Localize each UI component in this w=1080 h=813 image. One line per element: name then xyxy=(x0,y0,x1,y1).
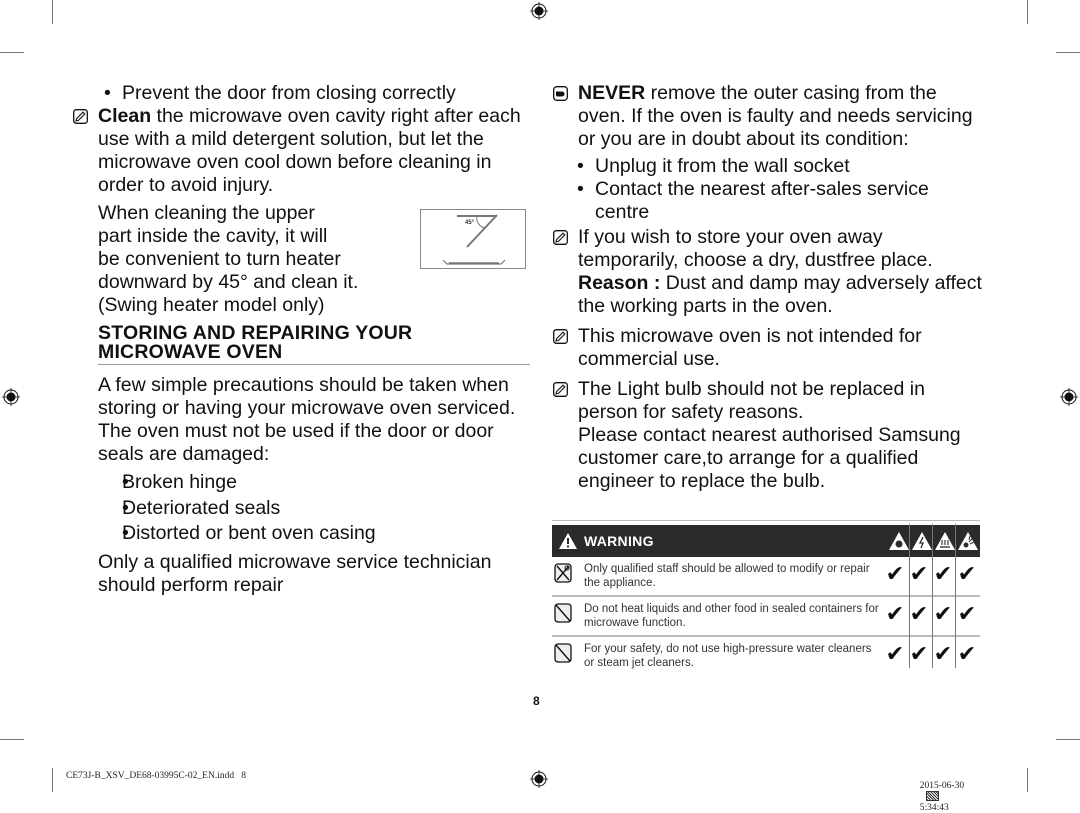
bullet-item: Unplug it from the wall socket xyxy=(553,155,985,178)
bullet-item: Contact the nearest after-sales service … xyxy=(553,178,985,224)
crop-mark xyxy=(52,0,53,24)
warning-row-text: Only qualified staff should be allowed t… xyxy=(584,563,870,589)
upper-cleaning-block: When cleaning the upper part inside the … xyxy=(98,202,530,317)
check-icon: ✔ xyxy=(909,561,929,586)
left-column: Prevent the door from closing correctly … xyxy=(73,82,530,597)
note-icon xyxy=(553,230,568,245)
crop-mark xyxy=(1056,739,1080,740)
bulb-contact-text: Please contact nearest authorised Samsun… xyxy=(578,424,961,492)
swing-heater-figure: 45° xyxy=(420,209,526,269)
warning-row: Only qualified staff should be allowed t… xyxy=(552,557,980,597)
table-divider xyxy=(909,524,910,668)
note-icon xyxy=(73,109,88,124)
note-bulb: The Light bulb should not be replaced in… xyxy=(553,378,985,493)
qualified-paragraph: Only a qualified microwave service techn… xyxy=(98,550,492,596)
never-list: Unplug it from the wall socket Contact t… xyxy=(553,155,985,224)
angle-label: 45° xyxy=(465,220,475,226)
table-divider xyxy=(955,524,956,668)
check-icon: ✔ xyxy=(885,641,905,666)
note-icon xyxy=(553,329,568,344)
check-icon: ✔ xyxy=(957,601,977,626)
footer-date: 2015-06-30 xyxy=(919,781,965,791)
bulb-text: The Light bulb should not be replaced in… xyxy=(578,378,925,423)
footer-time: 5:34:43 xyxy=(919,803,949,813)
intro-paragraph: A few simple precautions should be taken… xyxy=(98,374,516,419)
check-icon: ✔ xyxy=(933,561,953,586)
clean-text: the microwave oven cavity right after ea… xyxy=(98,105,521,196)
door-paragraph: The oven must not be used if the door or… xyxy=(98,420,494,465)
crop-mark xyxy=(1056,52,1080,53)
prohibited-icon xyxy=(554,603,572,623)
warning-table: WARNING Only qualified staff should be a… xyxy=(552,520,980,675)
warning-header: WARNING xyxy=(552,525,980,557)
store-text: If you wish to store your oven away temp… xyxy=(578,226,933,271)
page-number: 8 xyxy=(533,694,540,708)
note-clean: Clean the microwave oven cavity right af… xyxy=(73,105,530,197)
registration-mark-icon xyxy=(530,2,548,20)
bullet-item: Prevent the door from closing correctly xyxy=(80,82,530,105)
registration-mark-icon xyxy=(530,770,548,788)
prohibited-icon xyxy=(554,643,572,663)
note-commercial: This microwave oven is not intended for … xyxy=(553,325,985,371)
crop-mark xyxy=(1027,768,1028,792)
right-column: NEVER remove the outer casing from the o… xyxy=(553,82,985,493)
commercial-text: This microwave oven is not intended for … xyxy=(578,325,922,370)
electric-shock-icon xyxy=(912,532,932,550)
no-disassemble-icon xyxy=(554,563,572,583)
footer-ampm-icon xyxy=(925,791,939,801)
never-bold: NEVER xyxy=(578,82,646,104)
fire-hazard-icon xyxy=(889,532,909,550)
crop-mark xyxy=(52,768,53,792)
check-icon: ✔ xyxy=(957,561,977,586)
bullet-item: Broken hinge xyxy=(98,470,530,496)
upper-line: (Swing heater model only) xyxy=(98,294,325,316)
registration-mark-icon xyxy=(1060,388,1078,406)
crop-mark xyxy=(0,52,24,53)
hot-surface-icon xyxy=(935,532,955,550)
check-icon: ✔ xyxy=(909,641,929,666)
section-heading: STORING AND REPAIRING YOUR MICROWAVE OVE… xyxy=(98,323,530,365)
check-icon: ✔ xyxy=(885,561,905,586)
bullet-item: Deteriorated seals xyxy=(98,496,530,522)
warning-title: WARNING xyxy=(584,533,654,549)
crop-mark xyxy=(1027,0,1028,24)
check-icon: ✔ xyxy=(933,601,953,626)
reason-bold: Reason : xyxy=(578,272,661,294)
check-icon: ✔ xyxy=(957,641,977,666)
explosion-icon xyxy=(958,532,978,550)
caution-hand-icon xyxy=(553,86,568,101)
footer-filename: CE73J-B_XSV_DE68-03995C-02_EN.indd 8 xyxy=(66,771,246,781)
caution-never: NEVER remove the outer casing from the o… xyxy=(553,82,985,151)
heading-line: MICROWAVE OVEN xyxy=(98,341,283,363)
upper-line: downward by 45° and clean it. xyxy=(98,271,359,293)
footer-timestamp: 2015-06-30 5:34:43 xyxy=(915,771,964,813)
check-icon: ✔ xyxy=(885,601,905,626)
bullet-item: Distorted or bent oven casing xyxy=(98,521,530,547)
check-icon: ✔ xyxy=(909,601,929,626)
check-icon: ✔ xyxy=(933,641,953,666)
crop-mark xyxy=(0,739,24,740)
heater-diagram-icon: 45° xyxy=(442,214,506,265)
damage-list: Broken hinge Deteriorated seals Distorte… xyxy=(98,470,530,547)
warning-row-text: Do not heat liquids and other food in se… xyxy=(584,603,879,629)
clean-bold: Clean xyxy=(98,105,152,127)
warning-row-text: For your safety, do not use high-pressur… xyxy=(584,643,872,669)
registration-mark-icon xyxy=(2,388,20,406)
warning-triangle-icon xyxy=(559,533,577,549)
note-icon xyxy=(553,382,568,397)
warning-row: Do not heat liquids and other food in se… xyxy=(552,597,980,637)
note-store: If you wish to store your oven away temp… xyxy=(553,226,985,318)
table-divider xyxy=(932,524,933,668)
warning-row: For your safety, do not use high-pressur… xyxy=(552,637,980,675)
